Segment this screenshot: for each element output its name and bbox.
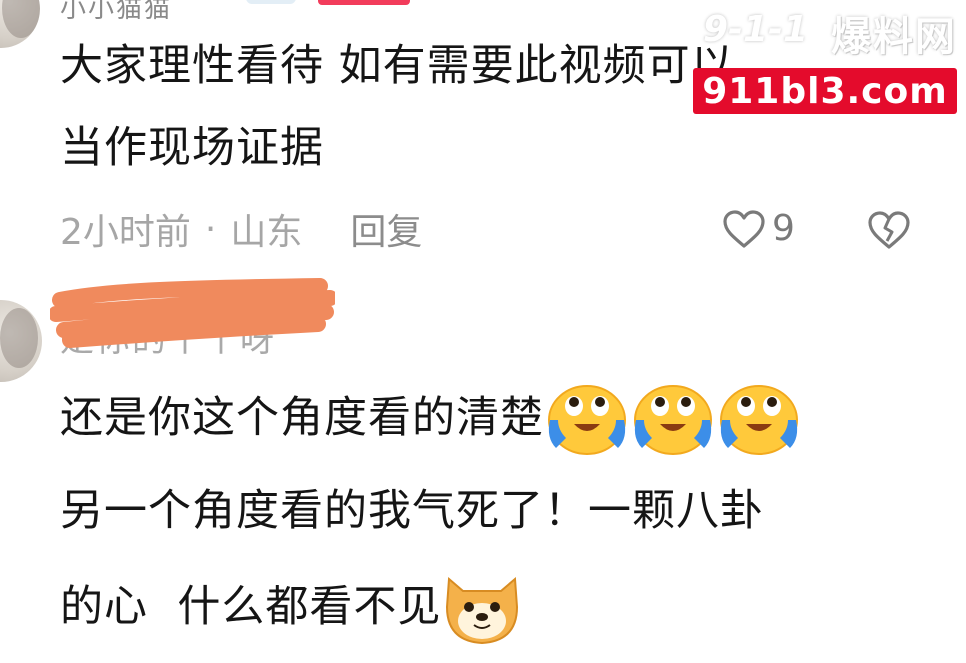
- broken-heart-icon: [868, 211, 910, 249]
- like-count: 9: [772, 208, 795, 249]
- comment-text-line: 的心 什么都看不见: [60, 567, 523, 647]
- heart-outline-icon: [723, 209, 765, 248]
- doge-emoji: [446, 576, 519, 645]
- author-tag: [246, 0, 296, 4]
- comment-author[interactable]: 是你的丫丫呀: [60, 312, 276, 361]
- author-badge: [318, 0, 410, 5]
- meta-separator: ·: [204, 208, 217, 250]
- crying-laughing-emoji: [548, 385, 626, 455]
- dislike-button[interactable]: [866, 210, 912, 254]
- comment-time: 2小时前: [60, 212, 191, 253]
- reply-button[interactable]: 回复: [350, 203, 422, 255]
- crying-laughing-emoji: [634, 385, 712, 455]
- comment-text: 还是你这个角度看的清楚: [60, 392, 544, 443]
- watermark-domain: 911bl3.com: [693, 68, 957, 114]
- comment-meta: 2小时前 · 山东 回复: [60, 203, 422, 255]
- comment-text-line: 当作现场证据: [60, 123, 324, 173]
- watermark: 9-1-1 爆料网 911bl3.com: [693, 5, 957, 114]
- comment-text-line: 还是你这个角度看的清楚: [60, 380, 802, 456]
- comment-location: 山东: [230, 212, 303, 253]
- comment-text-line: 另一个角度看的我气死了！一颗八卦: [60, 486, 764, 536]
- comment-author[interactable]: 小小猫猫: [60, 0, 172, 25]
- avatar[interactable]: [0, 0, 40, 48]
- crying-laughing-emoji: [720, 385, 798, 455]
- comment-text-line: 大家理性看待 如有需要此视频可以: [60, 41, 735, 91]
- watermark-title: 爆料网: [831, 14, 957, 60]
- comment-text: 的心 什么都看不见: [60, 581, 442, 632]
- avatar[interactable]: [0, 300, 42, 382]
- like-button[interactable]: 9: [722, 208, 795, 249]
